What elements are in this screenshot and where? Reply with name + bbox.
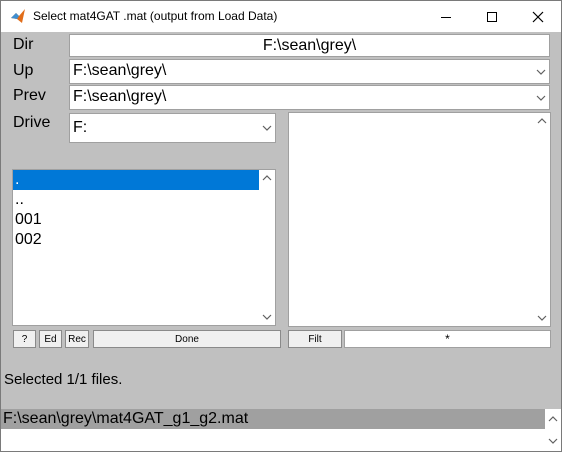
drive-label: Drive [13,114,51,131]
scroll-up-arrow-icon[interactable] [259,170,275,186]
selected-files-scrollbar[interactable] [545,409,561,451]
directory-list-item[interactable]: 002 [13,230,259,250]
maximize-icon [487,11,497,22]
close-button[interactable] [515,1,561,32]
chevron-down-icon [533,60,549,83]
up-label: Up [13,62,34,79]
done-button[interactable]: Done [93,330,281,348]
scroll-down-arrow-icon[interactable] [534,310,550,326]
dir-field[interactable]: F:\sean\grey\ [69,34,550,57]
prev-value: F:\sean\grey\ [73,88,167,105]
scroll-down-arrow-icon[interactable] [545,433,561,449]
minimize-button[interactable] [423,1,469,32]
matlab-logo-icon [11,9,25,23]
maximize-button[interactable] [469,1,515,32]
directory-items: ... 001 002 [13,170,275,250]
window-title: Select mat4GAT .mat (output from Load Da… [33,9,278,23]
edit-button[interactable]: Ed [39,330,62,348]
drive-dropdown[interactable]: F: [69,113,276,143]
rec-button[interactable]: Rec [65,330,89,348]
selected-files-list[interactable]: F:\sean\grey\mat4GAT_g1_g2.mat [1,409,561,451]
directory-list-item[interactable]: .. [13,190,259,210]
minimize-icon [441,16,451,18]
help-button[interactable]: ? [13,330,36,348]
chevron-down-icon [259,114,275,142]
scroll-up-arrow-icon[interactable] [545,411,561,427]
prev-dropdown[interactable]: F:\sean\grey\ [69,85,550,110]
selected-file-item[interactable]: F:\sean\grey\mat4GAT_g1_g2.mat [1,409,545,429]
file-list[interactable] [288,112,551,327]
drive-value: F: [73,119,88,136]
filter-input[interactable]: * [344,330,551,348]
selected-files-items: F:\sean\grey\mat4GAT_g1_g2.mat [1,409,561,429]
filter-value: * [445,332,450,346]
filter-button[interactable]: Filt [288,330,342,348]
file-list-scrollbar[interactable] [534,113,550,326]
chevron-down-icon [533,86,549,109]
directory-list-item[interactable]: . [13,170,259,190]
up-value: F:\sean\grey\ [73,62,167,79]
status-text: Selected 1/1 files. [4,371,123,388]
select-file-window: Select mat4GAT .mat (output from Load Da… [0,0,562,452]
up-dropdown[interactable]: F:\sean\grey\ [69,59,550,84]
scroll-down-arrow-icon[interactable] [259,309,275,325]
title-bar: Select mat4GAT .mat (output from Load Da… [1,1,561,32]
close-icon [532,11,544,22]
dir-label: Dir [13,36,34,53]
directory-list[interactable]: ... 001 002 [12,169,276,326]
directory-list-scrollbar[interactable] [259,170,275,325]
prev-label: Prev [13,87,46,104]
directory-list-item[interactable]: 001 [13,210,259,230]
scroll-up-arrow-icon[interactable] [534,113,550,129]
dir-value: F:\sean\grey\ [262,37,357,54]
